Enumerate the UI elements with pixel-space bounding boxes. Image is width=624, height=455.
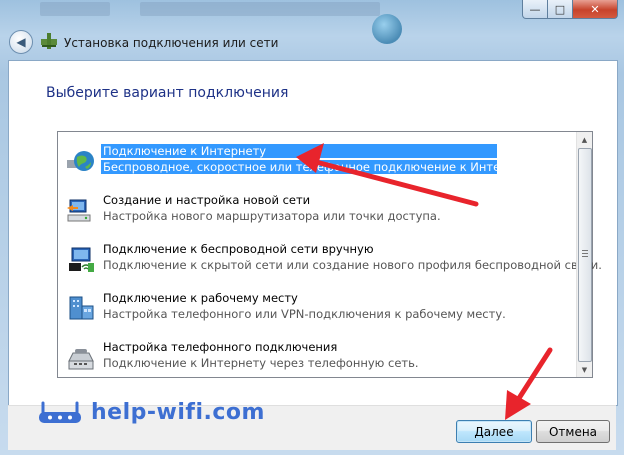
back-arrow-icon[interactable]: ◀ xyxy=(9,30,33,54)
workplace-icon xyxy=(69,296,94,320)
scroll-thumb[interactable] xyxy=(578,148,592,362)
option-workplace[interactable]: Подключение к рабочему месту Настройка т… xyxy=(64,288,576,332)
option-manual-wireless[interactable]: Подключение к беспроводной сети вручную … xyxy=(64,239,602,283)
watermark-text: help-wifi.com xyxy=(91,399,265,425)
minimize-button[interactable]: — xyxy=(522,0,548,19)
option-title: Подключение к Интернету xyxy=(101,144,497,158)
window-frame: — □ ✕ ◀ Установка подключения или сети В… xyxy=(0,0,624,455)
option-title: Создание и настройка новой сети xyxy=(103,193,311,207)
close-button[interactable]: ✕ xyxy=(573,0,618,19)
network-setup-icon xyxy=(41,33,57,49)
option-title: Подключение к рабочему месту xyxy=(103,291,298,305)
option-title: Настройка телефонного подключения xyxy=(103,340,338,354)
option-dialup[interactable]: Настройка телефонного подключения Подклю… xyxy=(64,337,576,381)
background-blur xyxy=(40,2,110,16)
router-logo-icon xyxy=(39,401,81,423)
option-internet-connection[interactable]: Подключение к Интернету Беспроводное, ск… xyxy=(64,141,576,185)
scroll-down-icon[interactable]: ▼ xyxy=(577,362,592,377)
option-description: Беспроводное, скоростное или телефонное … xyxy=(101,160,540,174)
window-title: Установка подключения или сети xyxy=(64,36,279,50)
cancel-button[interactable]: Отмена xyxy=(536,420,610,443)
router-icon xyxy=(67,199,91,222)
wizard-content: Выберите вариант подключения Подключение… xyxy=(8,60,618,406)
globe-icon xyxy=(67,151,94,171)
page-title: Выберите вариант подключения xyxy=(46,85,289,101)
wireless-network-icon xyxy=(69,247,94,272)
background-blur xyxy=(140,2,380,16)
list-scrollbar[interactable]: ▲ ▼ xyxy=(576,132,592,377)
scroll-up-icon[interactable]: ▲ xyxy=(577,132,592,147)
watermark: help-wifi.com xyxy=(37,399,265,425)
option-description: Настройка нового маршрутизатора или точк… xyxy=(103,209,441,223)
option-create-network[interactable]: Создание и настройка новой сети Настройк… xyxy=(64,190,576,234)
wizard-header: ◀ Установка подключения или сети xyxy=(0,26,624,60)
grip-icon xyxy=(582,250,588,258)
option-description: Настройка телефонного или VPN-подключени… xyxy=(103,307,506,321)
connection-options-list: Подключение к Интернету Беспроводное, ск… xyxy=(57,131,602,381)
option-description: Подключение к Интернету через телефонную… xyxy=(103,356,419,370)
option-description: Подключение к скрытой сети или создание … xyxy=(103,258,602,272)
modem-icon xyxy=(68,349,94,370)
option-title: Подключение к беспроводной сети вручную xyxy=(103,242,374,256)
window-controls: — □ ✕ xyxy=(522,0,618,19)
next-button[interactable]: Далее xyxy=(456,420,532,443)
maximize-button[interactable]: □ xyxy=(548,0,573,19)
